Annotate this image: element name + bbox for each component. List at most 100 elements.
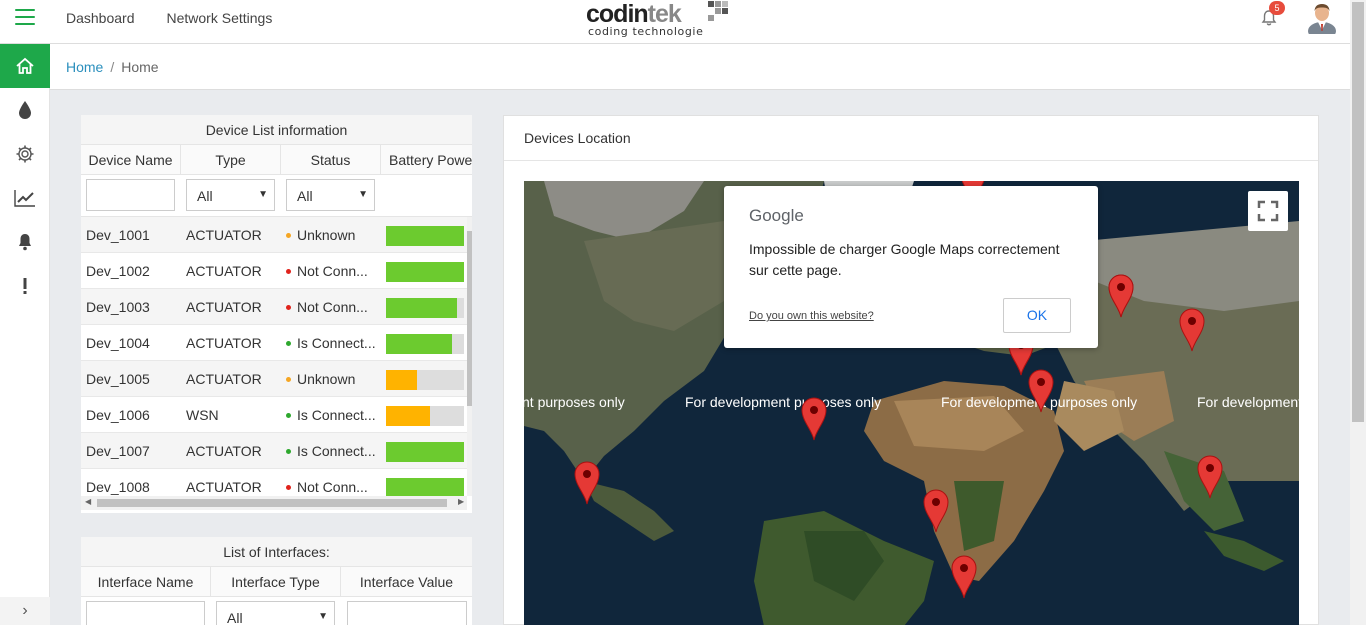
status-dot-icon [286,412,291,418]
map-pin-icon[interactable] [1197,455,1223,499]
device-name-cell: Dev_1004 [86,335,150,351]
table-row[interactable]: Dev_1004 ACTUATOR Is Connect... [81,325,467,361]
column-header-interface-type[interactable]: Interface Type [211,567,341,597]
device-name-cell: Dev_1007 [86,443,150,459]
map-watermark: For development [1197,394,1299,410]
top-bar: Dashboard Network Settings codintek codi… [0,0,1350,44]
device-type-cell: WSN [186,407,219,423]
map-pin-icon[interactable] [1108,274,1134,318]
breadcrumb-current: Home [121,59,159,75]
column-header-battery[interactable]: Battery Power [381,145,472,175]
column-header-interface-value[interactable]: Interface Value [341,567,472,597]
device-name-filter-input[interactable] [86,179,175,211]
device-list-panel: Device List information Device Name Type… [81,115,472,513]
device-status-cell: Unknown [281,361,381,397]
sidebar-expand-chevron-icon[interactable]: › [0,597,50,625]
interface-value-filter-input[interactable] [347,601,467,625]
bell-icon [19,234,31,251]
map-pin-icon[interactable] [801,397,827,441]
battery-bar-fill [386,262,464,282]
battery-bar-fill [386,298,457,318]
device-name-cell: Dev_1001 [86,227,150,243]
top-nav: Dashboard Network Settings [66,10,272,26]
battery-bar-fill [386,406,430,426]
battery-bar-fill [386,478,464,498]
battery-bar-fill [386,226,464,246]
battery-cell [381,217,467,253]
column-header-device-name[interactable]: Device Name [81,145,181,175]
scroll-left-arrow-icon[interactable]: ◀ [85,497,91,506]
drop-icon [19,101,31,119]
device-status-cell: Is Connect... [281,433,381,469]
nav-network-settings[interactable]: Network Settings [167,10,273,26]
status-dot-icon [286,232,291,238]
map-watermark: nt purposes only [524,394,625,410]
device-status-cell: Unknown [281,217,381,253]
devices-location-title: Devices Location [504,116,1318,161]
breadcrumb-home-link[interactable]: Home [66,59,103,75]
scroll-right-arrow-icon[interactable]: ▶ [458,497,464,506]
caret-down-icon: ▼ [318,611,328,622]
device-type-cell: ACTUATOR [186,263,262,279]
battery-bar [386,406,464,426]
device-status-cell: Not Conn... [281,253,381,289]
map-pin-icon[interactable] [951,555,977,599]
page-vertical-scrollbar[interactable] [1350,0,1366,625]
map-fullscreen-button[interactable] [1248,191,1288,231]
notification-count-badge: 5 [1269,1,1285,15]
sidebar-item-settings[interactable] [0,132,50,176]
status-dot-icon [286,268,291,274]
table-row[interactable]: Dev_1007 ACTUATOR Is Connect... [81,433,467,469]
interface-name-filter-input[interactable] [86,601,205,625]
devices-location-panel: Devices Location nt purposes only For de… [503,115,1319,625]
sidebar-item-notifications[interactable] [0,220,50,264]
sidebar-item-home[interactable] [0,44,50,88]
hamburger-menu-icon[interactable] [15,9,35,25]
map-pin-icon[interactable] [1179,308,1205,352]
table-row[interactable]: Dev_1005 ACTUATOR Unknown [81,361,467,397]
own-website-link[interactable]: Do you own this website? [749,310,874,322]
table-row[interactable]: Dev_1006 WSN Is Connect... [81,397,467,433]
google-logo: Google [749,206,804,225]
column-header-type[interactable]: Type [181,145,281,175]
device-status-cell: Not Conn... [281,289,381,325]
device-type-cell: ACTUATOR [186,299,262,315]
sidebar-item-water[interactable] [0,88,50,132]
battery-bar-fill [386,334,452,354]
map-pin-icon[interactable] [923,489,949,533]
status-dot-icon [286,484,291,490]
company-logo[interactable]: codintek coding technologie [586,0,746,42]
world-map[interactable]: nt purposes only For development purpose… [524,181,1299,625]
interface-type-filter-select[interactable]: All ▼ [216,601,335,625]
status-filter-select[interactable]: All ▼ [286,179,375,211]
battery-bar [386,442,464,462]
type-filter-select[interactable]: All ▼ [186,179,275,211]
battery-bar [386,298,464,318]
column-header-status[interactable]: Status [281,145,381,175]
filter-row: All ▼ All ▼ [81,175,472,217]
device-name-cell: Dev_1003 [86,299,150,315]
device-type-cell: ACTUATOR [186,335,262,351]
column-header-interface-name[interactable]: Interface Name [81,567,211,597]
device-list-title: Device List information [81,115,472,145]
status-dot-icon [286,340,291,346]
nav-dashboard[interactable]: Dashboard [66,10,135,26]
map-pin-icon[interactable] [574,461,600,505]
home-icon [16,57,34,74]
device-status-cell: Is Connect... [281,397,381,433]
device-name-cell: Dev_1002 [86,263,150,279]
caret-down-icon: ▼ [258,189,268,200]
table-row[interactable]: Dev_1003 ACTUATOR Not Conn... [81,289,467,325]
dialog-ok-button[interactable]: OK [1003,298,1071,333]
user-avatar[interactable] [1307,0,1337,34]
table-row[interactable]: Dev_1001 ACTUATOR Unknown [81,217,467,253]
device-name-cell: Dev_1006 [86,407,150,423]
sidebar-item-statistics[interactable] [0,176,50,220]
device-table-horizontal-scrollbar[interactable]: ◀ ▶ [81,496,467,510]
battery-cell [381,397,467,433]
status-dot-icon [286,448,291,454]
table-row[interactable]: Dev_1002 ACTUATOR Not Conn... [81,253,467,289]
battery-cell [381,433,467,469]
sidebar-item-alerts[interactable] [0,264,50,308]
device-table-vertical-scrollbar[interactable] [467,217,472,496]
